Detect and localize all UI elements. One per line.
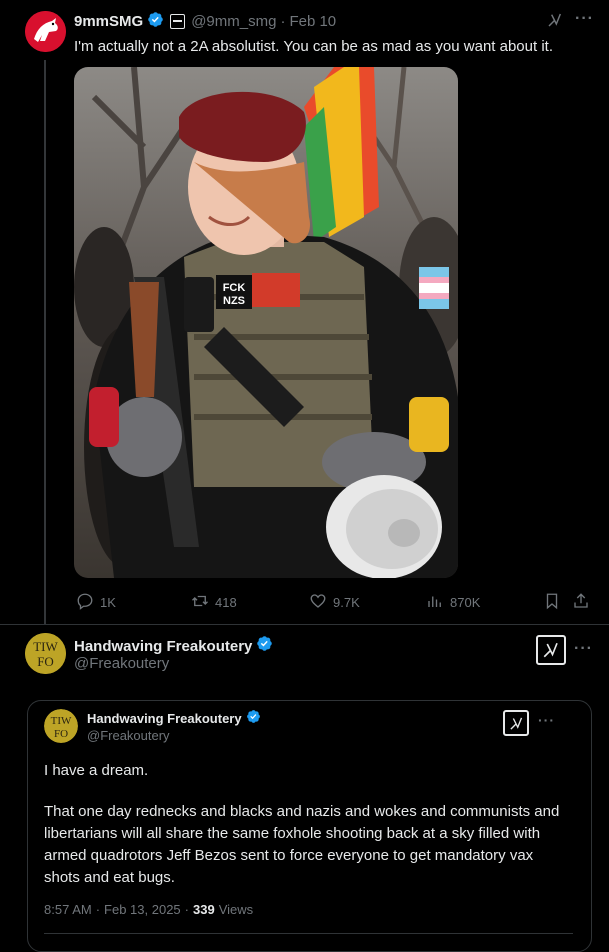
embedded-handle[interactable]: @Freakoutery (87, 728, 170, 743)
repost-button[interactable]: 418 (191, 592, 237, 613)
grok-icon[interactable] (536, 635, 566, 665)
embedded-time[interactable]: 8:57 AM (44, 902, 92, 917)
like-icon (309, 592, 327, 613)
share-button[interactable] (572, 592, 590, 613)
repost-count: 418 (215, 595, 237, 610)
tweet-divider (0, 624, 609, 625)
separator: · (95, 902, 101, 917)
views-count: 870K (450, 595, 481, 610)
more-icon[interactable]: ··· (575, 10, 594, 28)
post-date[interactable]: Feb 10 (289, 13, 336, 30)
embedded-views-count: 339 (193, 902, 215, 917)
repost-icon (191, 592, 209, 613)
reply-icon (76, 592, 94, 613)
bookmark-button[interactable] (543, 592, 561, 613)
embedded-display-name[interactable]: Handwaving Freakoutery (87, 711, 242, 726)
svg-text:TIW: TIW (33, 639, 58, 654)
reply-button[interactable]: 1K (76, 592, 116, 613)
separator: · (184, 902, 190, 917)
svg-text:TIW: TIW (51, 715, 72, 727)
bookmark-icon (543, 592, 561, 613)
affiliate-badge-icon (170, 13, 186, 29)
grok-icon[interactable] (503, 710, 529, 736)
tweet-text: I'm actually not a 2A absolutist. You ca… (74, 38, 553, 55)
embedded-text-line1: I have a dream. (44, 762, 149, 779)
handle[interactable]: @9mm_smg (191, 13, 276, 30)
views-icon (426, 592, 444, 613)
more-icon[interactable]: ··· (574, 640, 593, 658)
svg-text:FO: FO (37, 654, 54, 669)
embedded-avatar[interactable]: TIW FO (44, 709, 78, 743)
reply-count: 1K (100, 595, 116, 610)
like-count: 9.7K (333, 595, 360, 610)
display-name[interactable]: Handwaving Freakoutery (74, 638, 252, 655)
avatar-9mmsmg[interactable] (25, 11, 66, 52)
patch-fck: FCK (223, 282, 246, 294)
like-button[interactable]: 9.7K (309, 592, 360, 613)
embedded-text-body: That one day rednecks and blacks and naz… (44, 803, 560, 886)
tweet-photo[interactable]: FCK NZS (74, 67, 458, 578)
display-name[interactable]: 9mmSMG (74, 13, 143, 30)
share-icon (572, 592, 590, 613)
embedded-divider (44, 933, 573, 934)
separator: · (280, 12, 286, 30)
grok-icon[interactable] (547, 12, 563, 28)
views-button[interactable]: 870K (426, 592, 480, 613)
verified-badge-icon (256, 635, 273, 657)
embedded-tweet-card[interactable]: TIW FO Handwaving Freakoutery @Freakoute… (27, 700, 592, 952)
handle[interactable]: @Freakoutery (74, 655, 169, 672)
more-icon[interactable]: ··· (538, 712, 555, 728)
patch-nzs: NZS (223, 295, 245, 307)
embedded-date[interactable]: Feb 13, 2025 (104, 902, 181, 917)
embedded-views-label: Views (218, 902, 254, 917)
verified-badge-icon (147, 11, 164, 32)
avatar-freakoutery[interactable]: TIW FO (25, 633, 66, 674)
verified-badge-icon (246, 709, 261, 727)
thread-connector-line (44, 60, 46, 624)
svg-text:FO: FO (54, 728, 68, 740)
